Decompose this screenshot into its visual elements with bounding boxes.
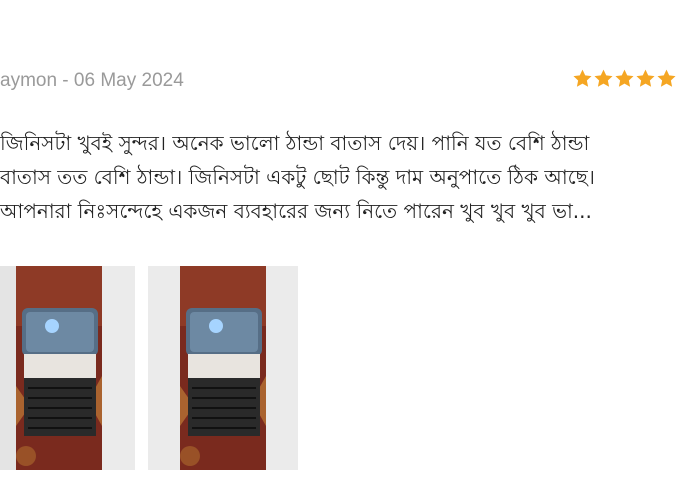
review-author-date: aymon - 06 May 2024 — [0, 70, 184, 91]
star-icon — [635, 68, 655, 90]
review-card: aymon - 06 May 2024 জিনিসটা খুবই সুন্দর।… — [0, 0, 700, 493]
star-icon — [656, 68, 676, 90]
review-body: জিনিসটা খুবই সুন্দর। অনেক ভালো ঠান্ডা বা… — [0, 126, 700, 228]
review-photo-2[interactable] — [148, 266, 298, 470]
review-body-line: আপনারা নিঃসন্দেহে একজন ব্যবহারের জন্য নি… — [0, 199, 592, 223]
review-body-line: বাতাস তত বেশি ঠান্ডা। জিনিসটা একটু ছোট ক… — [0, 165, 595, 189]
review-body-line: জিনিসটা খুবই সুন্দর। অনেক ভালো ঠান্ডা বা… — [0, 131, 590, 155]
star-icon — [572, 68, 592, 90]
star-icon — [593, 68, 613, 90]
review-photo-1[interactable] — [0, 266, 135, 470]
star-icon — [614, 68, 634, 90]
rating-stars — [572, 68, 676, 90]
